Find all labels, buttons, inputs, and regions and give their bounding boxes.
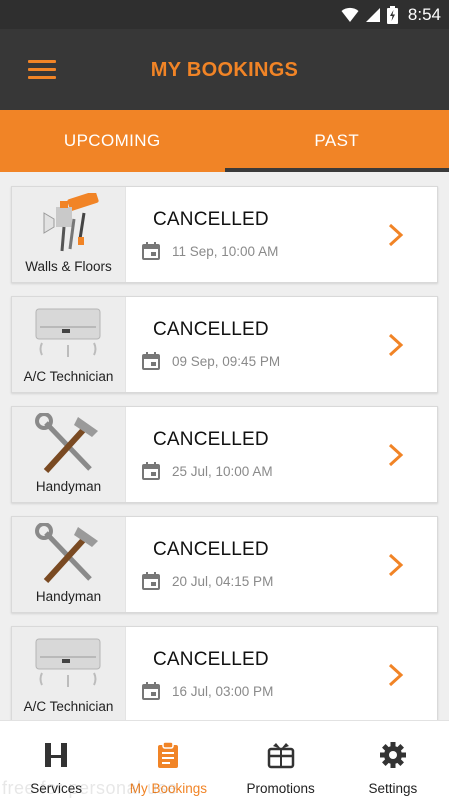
service-thumbnail: A/C Technician	[12, 297, 126, 392]
signal-icon	[365, 7, 380, 22]
booking-card[interactable]: Walls & Floors CANCELLED 11 Sep, 10:00 A…	[11, 186, 438, 283]
booking-date-row: 16 Jul, 03:00 PM	[142, 682, 273, 700]
booking-status: CANCELLED	[153, 429, 269, 450]
chevron-right-icon[interactable]	[385, 333, 407, 357]
calendar-icon	[142, 242, 160, 260]
services-h-icon	[45, 743, 68, 767]
booking-info: CANCELLED 25 Jul, 10:00 AM	[126, 407, 437, 502]
nav-label: Promotions	[246, 781, 315, 796]
service-name: Walls & Floors	[25, 259, 112, 274]
booking-date: 20 Jul, 04:15 PM	[172, 573, 274, 589]
booking-status: CANCELLED	[153, 319, 269, 340]
hammer-wrench-icon	[35, 523, 98, 584]
nav-item-promotions[interactable]: Promotions	[225, 721, 337, 800]
status-bar: 8:54	[0, 0, 449, 29]
service-thumbnail: Handyman	[12, 407, 126, 502]
status-icons: 8:54	[341, 0, 441, 29]
service-thumbnail: A/C Technician	[12, 627, 126, 720]
tab-upcoming[interactable]: UPCOMING	[0, 110, 225, 172]
air-conditioner-icon	[35, 308, 101, 357]
nav-item-settings[interactable]: Settings	[337, 721, 449, 800]
booking-info: CANCELLED 16 Jul, 03:00 PM	[126, 627, 437, 720]
calendar-icon	[142, 572, 160, 590]
booking-date: 25 Jul, 10:00 AM	[172, 463, 273, 479]
booking-status: CANCELLED	[153, 209, 269, 230]
chevron-right-icon[interactable]	[385, 553, 407, 577]
booking-date-row: 20 Jul, 04:15 PM	[142, 572, 273, 590]
booking-card[interactable]: A/C Technician CANCELLED 09 Sep, 09:45 P…	[11, 296, 438, 393]
service-thumbnail: Walls & Floors	[12, 187, 126, 282]
booking-date: 16 Jul, 03:00 PM	[172, 683, 274, 699]
service-name: A/C Technician	[23, 369, 114, 384]
booking-info: CANCELLED 11 Sep, 10:00 AM	[126, 187, 437, 282]
calendar-icon	[142, 462, 160, 480]
booking-info: CANCELLED 20 Jul, 04:15 PM	[126, 517, 437, 612]
clipboard-icon	[158, 741, 179, 768]
chevron-right-icon[interactable]	[385, 663, 407, 687]
service-name: Handyman	[35, 479, 102, 494]
nav-label: Settings	[368, 781, 418, 796]
battery-charging-icon	[386, 5, 398, 24]
booking-date-row: 25 Jul, 10:00 AM	[142, 462, 273, 480]
booking-info: CANCELLED 09 Sep, 09:45 PM	[126, 297, 437, 392]
nav-label: My Bookings	[129, 781, 208, 796]
booking-card[interactable]: Handyman CANCELLED 20 Jul, 04:15 PM	[11, 516, 438, 613]
booking-date-row: 11 Sep, 10:00 AM	[142, 242, 278, 260]
chevron-right-icon[interactable]	[385, 223, 407, 247]
bottom-navigation: Services My Bookings Promotions Settings	[0, 720, 449, 800]
paint-roller-icon	[43, 193, 99, 252]
gear-icon	[379, 742, 406, 768]
service-name: Handyman	[35, 589, 102, 604]
booking-card[interactable]: A/C Technician CANCELLED 16 Jul, 03:00 P…	[11, 626, 438, 720]
bookings-list[interactable]: Walls & Floors CANCELLED 11 Sep, 10:00 A…	[0, 172, 449, 720]
booking-date: 09 Sep, 09:45 PM	[172, 353, 281, 369]
calendar-icon	[142, 682, 160, 700]
gift-icon	[267, 743, 294, 769]
chevron-right-icon[interactable]	[385, 443, 407, 467]
wifi-icon	[341, 7, 359, 22]
booking-card[interactable]: Handyman CANCELLED 25 Jul, 10:00 AM	[11, 406, 438, 503]
service-thumbnail: Handyman	[12, 517, 126, 612]
page-title: MY BOOKINGS	[150, 59, 299, 81]
nav-item-services[interactable]: Services	[0, 721, 112, 800]
calendar-icon	[142, 352, 160, 370]
nav-label: Services	[30, 781, 82, 796]
booking-tabs: UPCOMING PAST	[0, 110, 449, 172]
booking-date: 11 Sep, 10:00 AM	[172, 243, 279, 259]
booking-date-row: 09 Sep, 09:45 PM	[142, 352, 280, 370]
app-bar: MY BOOKINGS	[0, 29, 449, 110]
nav-item-my-bookings[interactable]: My Bookings	[112, 721, 224, 800]
booking-status: CANCELLED	[153, 649, 269, 670]
hammer-wrench-icon	[35, 413, 98, 474]
status-time: 8:54	[407, 4, 441, 24]
booking-status: CANCELLED	[153, 539, 269, 560]
service-name: A/C Technician	[23, 699, 114, 714]
tab-past[interactable]: PAST	[224, 110, 449, 172]
air-conditioner-icon	[35, 638, 101, 687]
